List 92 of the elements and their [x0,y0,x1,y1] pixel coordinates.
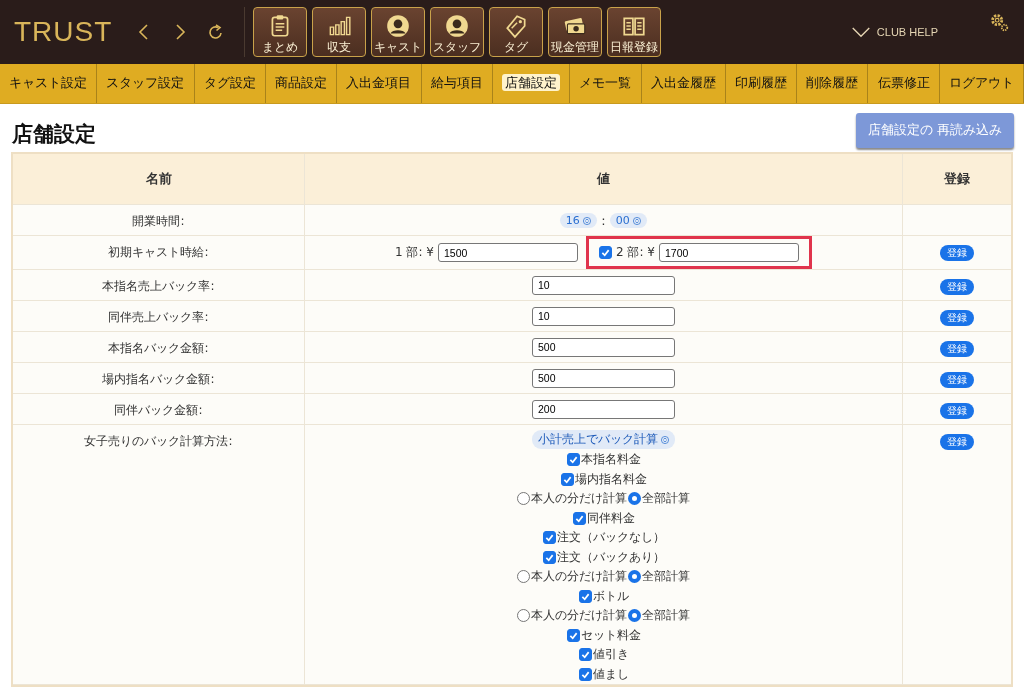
option-label: 本人の分だけ計算 [531,607,627,625]
checkbox[interactable] [542,550,556,564]
chevron-down-icon [850,26,871,38]
register-button[interactable]: 登録 [940,341,974,357]
radio-button[interactable] [517,492,530,506]
nav-tab[interactable]: 伝票修正 [868,64,940,103]
page-title: 店舗設定 [12,121,96,148]
radio-button[interactable] [517,609,530,623]
checkbox[interactable] [578,648,592,662]
option-label: 本人の分だけ計算 [531,568,627,586]
option-label: 値引き [592,646,629,664]
person-icon [444,13,471,39]
register-button[interactable]: 登録 [940,434,974,450]
nav-tab[interactable]: 商品設定 [265,64,338,103]
radio-button[interactable] [628,492,641,506]
nav-tab[interactable]: タグ設定 [194,64,266,103]
stepper-icon [661,435,670,444]
option-label: 全部計算 [642,607,690,625]
nav-tab[interactable]: 削除履歴 [797,64,869,103]
column-header: 登録 [943,169,971,188]
checkbox[interactable] [578,589,592,603]
input-field[interactable]: 1500 [438,243,578,262]
checkbox[interactable] [566,628,580,642]
stepper-icon [583,216,592,225]
nav-tab[interactable]: ログアウト [939,64,1024,103]
field-label: 2 部: ¥ [616,244,655,261]
option-label: 本指名料金 [580,451,641,469]
person-icon [385,13,412,39]
hour-select[interactable]: 16 [559,212,598,228]
option-label: 本人の分だけ計算 [531,490,627,508]
option-label: ボトル [592,587,629,605]
setting-name: 同伴売上バック率: [108,309,209,326]
option-label: 値まし [592,665,629,683]
setting-name: 本指名売上バック率: [102,278,215,295]
option-label: 場内指名料金 [574,470,647,488]
input-field[interactable]: 10 [532,275,675,295]
nav-tab[interactable]: 給与項目 [421,64,493,103]
nav-tab[interactable]: 店舗設定 [492,64,571,103]
nav-tab[interactable]: 印刷履歴 [725,64,798,103]
setting-name: 場内指名バック金額: [102,371,215,388]
setting-name: 開業時間: [132,213,185,230]
option-label: セット料金 [580,626,641,644]
time-separator: : [601,212,606,228]
register-button[interactable]: 登録 [940,403,974,419]
register-button[interactable]: 登録 [940,245,974,261]
calculation-select[interactable]: 小計売上でバック計算 [531,430,676,449]
setting-name: 同伴バック金額: [114,402,203,419]
toolbar-button[interactable]: スタッフ [430,7,485,57]
checkbox[interactable] [599,246,612,259]
setting-name: 女子売りのバック計算方法: [84,433,233,450]
nav-tab[interactable]: キャスト設定 [0,64,98,103]
input-field[interactable]: 500 [532,368,675,388]
toolbar-button[interactable]: タグ [489,7,544,57]
radio-button[interactable] [628,570,641,584]
column-header: 値 [305,154,903,204]
column-header: 名前 [13,154,305,204]
checkbox[interactable] [572,511,586,525]
nav-tab[interactable]: メモ一覧 [570,64,642,103]
checkbox[interactable] [566,453,580,467]
register-button[interactable]: 登録 [940,372,974,388]
field-label: 1 部: ¥ [395,244,434,261]
register-button[interactable]: 登録 [940,310,974,326]
input-field[interactable]: 1700 [658,243,799,262]
option-label: 注文（バックあり） [556,548,665,566]
checkbox[interactable] [560,472,574,486]
register-button[interactable]: 登録 [940,279,974,295]
setting-name: 初期キャスト時給: [108,244,209,261]
minute-select[interactable]: 00 [609,212,648,228]
option-label: 全部計算 [642,490,690,508]
checkbox[interactable] [542,531,556,545]
input-field[interactable]: 10 [532,306,675,326]
input-field[interactable]: 200 [532,399,675,419]
settings-icon[interactable] [988,11,1010,33]
radio-button[interactable] [517,570,530,584]
option-label: 注文（バックなし） [556,529,665,547]
radio-button[interactable] [628,609,641,623]
toolbar-button[interactable]: キャスト [371,7,426,57]
toolbar-button[interactable]: まとめ [253,7,308,57]
checkbox[interactable] [578,667,592,681]
setting-name: 本指名バック金額: [108,340,209,357]
logo: TRUST [14,16,113,48]
input-field[interactable]: 500 [532,337,675,357]
stepper-icon [633,216,642,225]
nav-tab[interactable]: 入出金履歴 [641,64,726,103]
toolbar-button[interactable]: 収支 [312,7,367,57]
nav-tab[interactable]: スタッフ設定 [97,64,195,103]
option-label: 同伴料金 [586,509,635,527]
toolbar-button[interactable]: 日報登録 [607,7,662,57]
option-label: 全部計算 [642,568,690,586]
toolbar-button[interactable]: 現金管理 [548,7,603,57]
nav-tab[interactable]: 入出金項目 [337,64,422,103]
help-link[interactable]: CLUB HELP [850,26,938,38]
